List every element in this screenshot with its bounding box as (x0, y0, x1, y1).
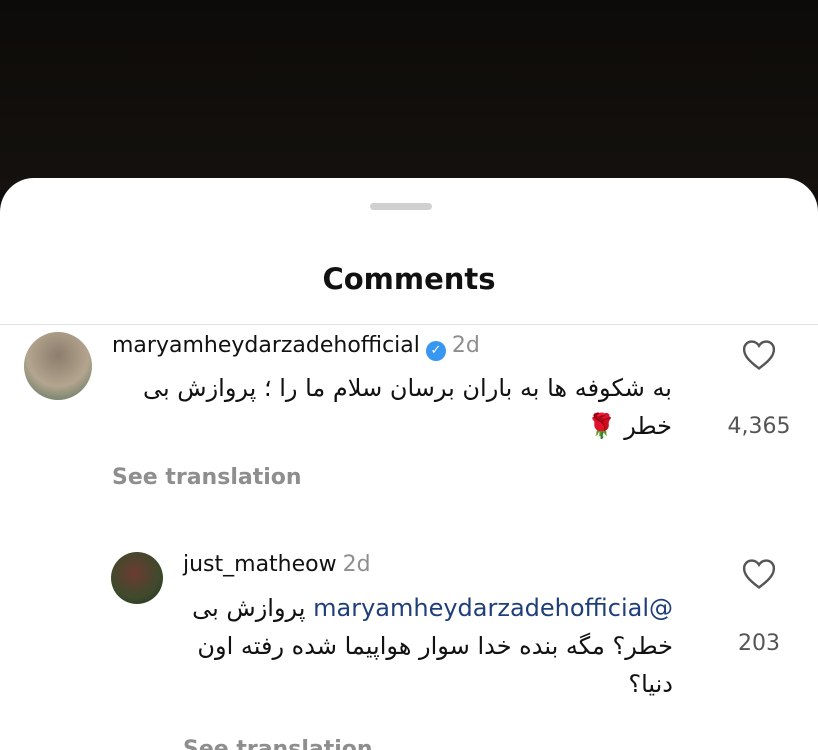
comment-text: @maryamheydarzadehofficial پروازش بی خطر… (183, 589, 673, 703)
heart-outline-icon[interactable] (742, 339, 776, 371)
see-translation-link[interactable]: See translation (112, 465, 302, 490)
avatar[interactable] (111, 552, 163, 604)
like-count: 203 (738, 631, 780, 656)
like-count: 4,365 (727, 414, 791, 439)
mention-link[interactable]: @maryamheydarzadehofficial (313, 594, 673, 622)
comment-header: maryamheydarzadehofficial ✓ 2d (112, 333, 480, 361)
avatar[interactable] (24, 332, 92, 400)
comment-item: maryamheydarzadehofficial ✓ 2d به شکوفه ها… (0, 325, 818, 500)
rose-emoji: 🌹 (586, 412, 617, 440)
comment-item: just_matheow 2d @maryamheydarzadehofficia… (0, 543, 818, 750)
comment-age: 2d (342, 552, 371, 577)
sheet-drag-handle[interactable] (370, 203, 432, 210)
comment-age: 2d (451, 333, 480, 358)
verified-badge-icon: ✓ (425, 341, 446, 361)
see-translation-link[interactable]: See translation (183, 737, 373, 750)
sheet-title: Comments (322, 262, 496, 296)
comment-username[interactable]: just_matheow (183, 552, 337, 577)
comment-text: به شکوفه ها به باران برسان سلام ما را ؛ … (112, 369, 672, 445)
comment-username[interactable]: maryamheydarzadehofficial (112, 333, 420, 358)
video-backdrop (0, 0, 818, 190)
comment-header: just_matheow 2d (183, 552, 371, 577)
comments-sheet: Comments maryamheydarzadehofficial ✓ 2d به… (0, 178, 818, 750)
heart-outline-icon[interactable] (742, 558, 776, 590)
